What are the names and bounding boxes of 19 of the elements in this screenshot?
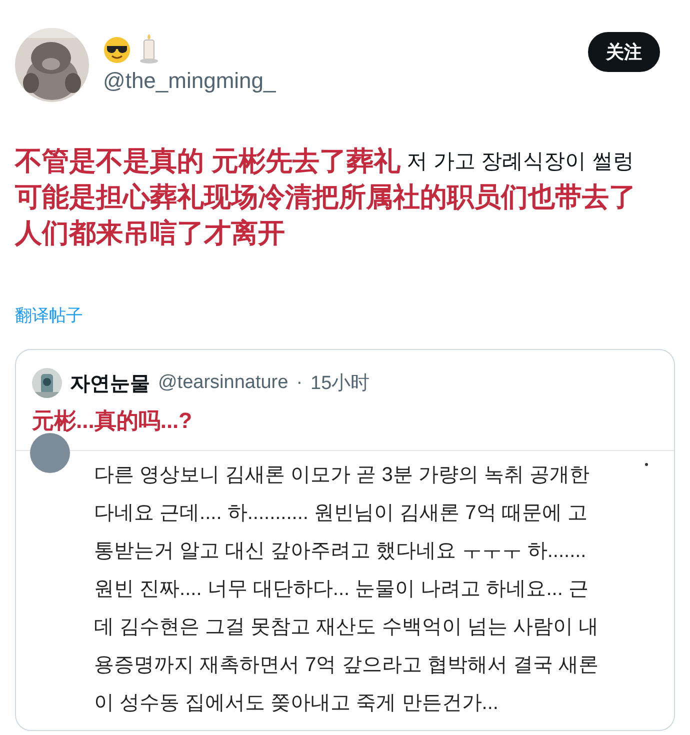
screenshot-text-line: 원빈 진짜.... 너무 대단하다... 눈물이 나려고 하네요... 근 [94, 577, 588, 602]
post-time: 15小时 [310, 372, 370, 396]
user-handle: @the_mingming_ [103, 68, 277, 94]
user-handle: @tearsinnature [158, 372, 288, 394]
screenshot-text-line: 이 성수동 집에서도 쫒아내고 죽게 만든건가... [94, 691, 498, 716]
follow-button[interactable]: 关注 [588, 32, 660, 72]
quoted-post-card[interactable] [15, 349, 675, 731]
screenshot-text-line: 다른 영상보니 김새론 이모가 곧 3분 가량의 녹취 공개한 [94, 463, 590, 488]
display-name: 자연눈물 [70, 372, 150, 396]
screenshot-text-line: 다네요 근데.... 하........... 원빈님이 김새론 7억 때문에 고 [94, 501, 588, 526]
screenshot-text-line: 용증명까지 재촉하면서 7억 갚으라고 협박해서 결국 새론 [94, 653, 598, 678]
screenshot-text-line: 데 김수현은 그걸 못참고 재산도 수백억이 넘는 사람이 내 [94, 615, 598, 640]
sunglasses-face-icon [103, 36, 131, 64]
separator-dot: · [296, 372, 303, 394]
post-text: 저 가고 장례식장이 썰렁 [406, 149, 634, 175]
candle-icon [139, 34, 159, 64]
screenshot-text-line: 통받는거 알고 대신 갚아주려고 했다네요 ㅜㅜㅜ 하....... [94, 539, 586, 564]
dot-icon [645, 463, 648, 466]
avatar-circle [30, 433, 70, 473]
